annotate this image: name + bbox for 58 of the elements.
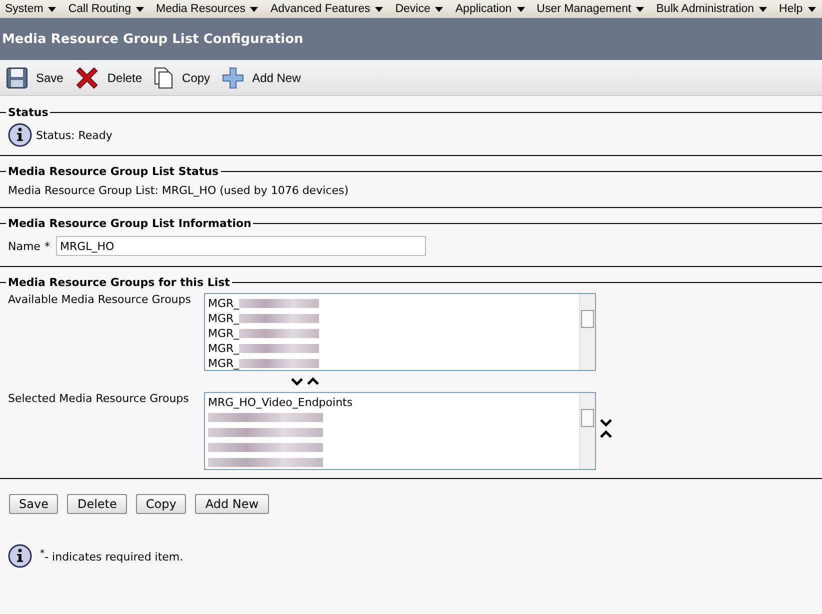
section-legend: Media Resource Groups for this List — [6, 276, 232, 289]
toolbar-button[interactable]: Save — [4, 66, 66, 88]
field-label: Name — [8, 240, 40, 252]
required-mark: * — [44, 240, 50, 252]
form-button[interactable]: Copy — [136, 494, 186, 514]
caret-icon — [516, 6, 525, 12]
caret-icon — [136, 6, 144, 12]
list-item[interactable]: MGR_ — [208, 297, 240, 310]
section-legend: Media Resource Group List Status — [6, 165, 221, 178]
field-label: Selected Media Resource Groups — [8, 392, 190, 405]
list-status-text: Media Resource Group List: MRGL_HO (used by 1076 devices) — [8, 184, 348, 197]
toolbar-button[interactable]: Add New — [220, 66, 303, 88]
caret-icon — [250, 6, 258, 12]
list-item[interactable]: MGR_ — [208, 312, 240, 325]
section-legend: Status — [6, 106, 50, 119]
menu-item[interactable]: User Management — [532, 0, 652, 18]
form-button[interactable]: Delete — [67, 494, 127, 514]
list-item[interactable]: MRG_HO_Video_Endpoints — [208, 396, 353, 409]
scrollbar[interactable] — [579, 294, 595, 370]
selected-list[interactable]: MRG_HO_Video_Endpoints — [204, 392, 596, 470]
info-icon — [8, 123, 32, 147]
menu-item[interactable]: Advanced Features — [265, 0, 390, 18]
form-button[interactable]: Add New — [195, 494, 269, 514]
available-list[interactable]: MGR_ MGR_ MGR_ MGR_ MGR_ — [204, 293, 596, 371]
caret-icon — [48, 6, 56, 12]
cross-icon — [75, 66, 100, 90]
menu-item[interactable]: Bulk Administration — [651, 0, 774, 18]
list-item[interactable]: MGR_ — [208, 342, 240, 355]
copy-icon — [154, 66, 174, 88]
move-down-icon[interactable] — [600, 418, 612, 427]
info-icon — [8, 544, 32, 568]
plus-icon — [222, 66, 244, 88]
field-label: Available Media Resource Groups — [8, 293, 192, 306]
caret-icon — [759, 6, 768, 12]
page-title: Media Resource Group List Configuration — [2, 32, 304, 46]
menu-item[interactable]: Help — [774, 0, 822, 18]
section-legend: Media Resource Group List Information — [6, 217, 254, 230]
caret-icon — [808, 6, 816, 12]
list-item[interactable]: MGR_ — [208, 357, 240, 370]
name-field[interactable]: MRGL_HO — [56, 236, 426, 256]
scrollbar[interactable] — [579, 393, 595, 469]
status-text: Status: Ready — [36, 128, 112, 142]
menu-item[interactable]: Media Resources — [151, 0, 266, 18]
menu-item[interactable]: Call Routing — [63, 0, 151, 18]
menu-item[interactable]: Device — [390, 0, 450, 18]
move-down-icon[interactable] — [291, 377, 303, 386]
form-button[interactable]: Save — [9, 494, 58, 514]
caret-icon — [375, 6, 384, 12]
move-up-icon[interactable] — [307, 377, 319, 386]
caret-icon — [435, 6, 444, 12]
menu-item[interactable]: Application — [450, 0, 532, 18]
caret-icon — [636, 6, 644, 12]
menu-item[interactable]: System — [0, 0, 64, 18]
toolbar-button[interactable]: Copy — [152, 66, 212, 88]
toolbar-button[interactable]: Delete — [73, 66, 144, 90]
move-up-icon[interactable] — [600, 430, 612, 439]
required-note: $^{*}$- indicates required item. — [40, 548, 184, 564]
list-item[interactable]: MGR_ — [208, 327, 240, 340]
